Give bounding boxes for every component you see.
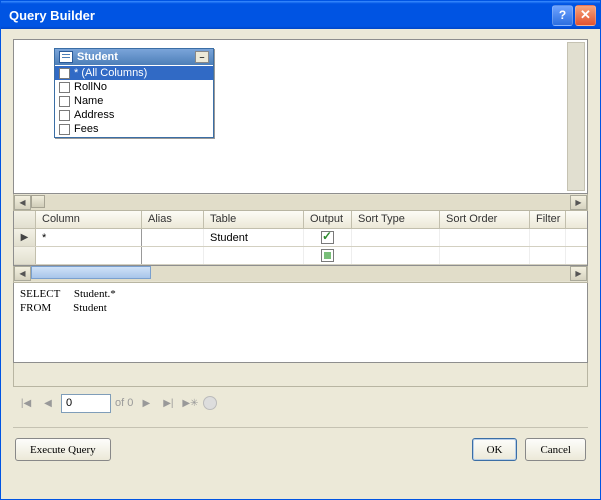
- scroll-right-button[interactable]: ▶: [570, 266, 587, 281]
- criteria-grid: Column Alias Table Output Sort Type Sort…: [13, 211, 588, 266]
- output-checkbox[interactable]: [321, 231, 334, 244]
- record-navigator: |◀ ◀ of 0 ▶ ▶| ▶✳: [13, 387, 588, 419]
- column-label: Name: [74, 95, 103, 107]
- header-column[interactable]: Column: [36, 211, 142, 228]
- column-list: * (All Columns) RollNo Name Address: [55, 65, 213, 137]
- scroll-up-button[interactable]: ▲: [568, 42, 584, 58]
- table-student[interactable]: Student – * (All Columns) RollNo Name: [54, 48, 214, 138]
- header-table[interactable]: Table: [204, 211, 304, 228]
- checkbox-icon[interactable]: [59, 110, 70, 121]
- nav-stop-button[interactable]: [203, 396, 217, 410]
- header-alias[interactable]: Alias: [142, 211, 204, 228]
- column-item-rollno[interactable]: RollNo: [55, 80, 213, 94]
- query-builder-window: Query Builder ? ✕ ▲ Student – * (All Col…: [0, 0, 601, 500]
- diagram-pane[interactable]: ▲ Student – * (All Columns) RollNo: [13, 39, 588, 194]
- checkbox-icon[interactable]: [59, 96, 70, 107]
- grid-row[interactable]: [14, 247, 587, 265]
- cell-sort-type[interactable]: [352, 247, 440, 264]
- column-item-all[interactable]: * (All Columns): [55, 66, 213, 80]
- scroll-thumb[interactable]: [31, 266, 151, 279]
- cell-output[interactable]: [304, 247, 352, 264]
- cell-sort-order[interactable]: [440, 229, 530, 246]
- cell-table[interactable]: Student: [204, 229, 304, 246]
- checkbox-icon[interactable]: [59, 124, 70, 135]
- cell-sort-order[interactable]: [440, 247, 530, 264]
- row-indicator: [14, 247, 36, 264]
- scroll-right-button[interactable]: ▶: [570, 195, 587, 210]
- nav-last-button[interactable]: ▶|: [159, 394, 177, 412]
- checkbox-icon[interactable]: [59, 68, 70, 79]
- table-header[interactable]: Student –: [55, 49, 213, 65]
- cell-output[interactable]: [304, 229, 352, 246]
- column-label: Fees: [74, 123, 98, 135]
- output-checkbox[interactable]: [321, 249, 334, 262]
- table-title: Student: [77, 51, 195, 63]
- cell-sort-type[interactable]: [352, 229, 440, 246]
- cell-alias[interactable]: [142, 229, 204, 246]
- scroll-track[interactable]: [31, 195, 570, 210]
- header-sort-type[interactable]: Sort Type: [352, 211, 440, 228]
- cell-alias[interactable]: [142, 247, 204, 264]
- close-button[interactable]: ✕: [575, 5, 596, 26]
- help-button[interactable]: ?: [552, 5, 573, 26]
- diagram-hscroll[interactable]: ◀ ▶: [13, 194, 588, 211]
- checkbox-icon[interactable]: [59, 82, 70, 93]
- column-item-name[interactable]: Name: [55, 94, 213, 108]
- titlebar[interactable]: Query Builder ? ✕: [1, 1, 600, 29]
- nav-position-input[interactable]: [61, 394, 111, 413]
- ok-button[interactable]: OK: [472, 438, 518, 461]
- header-sort-order[interactable]: Sort Order: [440, 211, 530, 228]
- scroll-left-button[interactable]: ◀: [14, 266, 31, 281]
- row-indicator-current: ▶: [14, 229, 36, 246]
- divider: [13, 427, 588, 428]
- grid-body: ▶ * Student: [14, 229, 587, 265]
- column-item-address[interactable]: Address: [55, 108, 213, 122]
- grid-header-row: Column Alias Table Output Sort Type Sort…: [14, 211, 587, 229]
- nav-of-label: of 0: [115, 397, 133, 409]
- column-label: * (All Columns): [74, 67, 147, 79]
- client-area: ▲ Student – * (All Columns) RollNo: [1, 29, 600, 499]
- results-preview: [13, 363, 588, 387]
- header-output[interactable]: Output: [304, 211, 352, 228]
- cell-table[interactable]: [204, 247, 304, 264]
- scroll-thumb[interactable]: [31, 195, 45, 208]
- cell-filter[interactable]: [530, 247, 566, 264]
- nav-new-button[interactable]: ▶✳: [181, 394, 199, 412]
- scroll-track[interactable]: [31, 266, 570, 281]
- sql-pane[interactable]: SELECT Student.* FROM Student: [13, 283, 588, 363]
- nav-next-button[interactable]: ▶: [137, 394, 155, 412]
- execute-query-button[interactable]: Execute Query: [15, 438, 111, 461]
- column-label: Address: [74, 109, 114, 121]
- header-filter[interactable]: Filter: [530, 211, 566, 228]
- window-title: Query Builder: [5, 8, 552, 23]
- cell-column[interactable]: *: [36, 229, 142, 246]
- column-label: RollNo: [74, 81, 107, 93]
- column-item-fees[interactable]: Fees: [55, 122, 213, 136]
- nav-prev-button[interactable]: ◀: [39, 394, 57, 412]
- nav-first-button[interactable]: |◀: [17, 394, 35, 412]
- table-minimize-button[interactable]: –: [195, 51, 209, 63]
- cell-column[interactable]: [36, 247, 142, 264]
- table-icon: [59, 51, 73, 63]
- grid-hscroll[interactable]: ◀ ▶: [13, 266, 588, 283]
- cancel-button[interactable]: Cancel: [525, 438, 586, 461]
- grid-row[interactable]: ▶ * Student: [14, 229, 587, 247]
- dialog-buttons: Execute Query OK Cancel: [13, 438, 588, 461]
- scroll-left-button[interactable]: ◀: [14, 195, 31, 210]
- cell-filter[interactable]: [530, 229, 566, 246]
- row-header-blank: [14, 211, 36, 228]
